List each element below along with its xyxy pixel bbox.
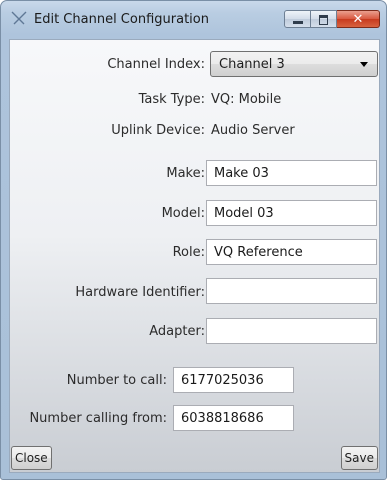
adapter-label: Adapter:: [149, 324, 205, 339]
adapter-field[interactable]: [206, 318, 377, 344]
number-calling-from-field[interactable]: 6038818686: [173, 405, 294, 431]
uplink-device-label: Uplink Device:: [111, 123, 205, 138]
make-label: Make:: [166, 166, 205, 181]
channel-index-select[interactable]: Channel 3: [210, 51, 378, 77]
maximize-button[interactable]: [311, 10, 337, 28]
uplink-device-value: Audio Server: [211, 123, 295, 138]
channel-index-value: Channel 3: [219, 57, 285, 72]
number-to-call-field[interactable]: 6177025036: [173, 367, 294, 393]
number-to-call-label: Number to call:: [66, 373, 167, 388]
channel-index-label: Channel Index:: [107, 57, 205, 72]
form-panel: Channel Index: Channel 3 Task Type: VQ: …: [9, 39, 380, 473]
close-window-button[interactable]: ✕: [337, 10, 380, 28]
role-field[interactable]: VQ Reference: [206, 239, 377, 265]
hardware-identifier-label: Hardware Identifier:: [75, 285, 205, 300]
save-button[interactable]: Save: [340, 446, 378, 470]
close-icon: ✕: [352, 12, 364, 27]
number-calling-from-label: Number calling from:: [29, 411, 167, 426]
window-title: Edit Channel Configuration: [34, 12, 209, 27]
make-field[interactable]: Make 03: [206, 160, 377, 186]
dialog-window: Edit Channel Configuration ✕ Channel Ind…: [0, 0, 387, 480]
close-button[interactable]: Close: [11, 446, 52, 470]
model-label: Model:: [161, 206, 205, 221]
role-label: Role:: [172, 245, 205, 260]
title-bar[interactable]: Edit Channel Configuration ✕: [1, 1, 386, 39]
minimize-button[interactable]: [284, 10, 311, 28]
hardware-identifier-field[interactable]: [206, 278, 377, 304]
window-controls: ✕: [284, 10, 380, 30]
app-icon: [11, 10, 27, 26]
task-type-value: VQ: Mobile: [211, 92, 282, 107]
model-field[interactable]: Model 03: [206, 200, 377, 226]
task-type-label: Task Type:: [138, 92, 205, 107]
chevron-down-icon: [360, 62, 368, 67]
